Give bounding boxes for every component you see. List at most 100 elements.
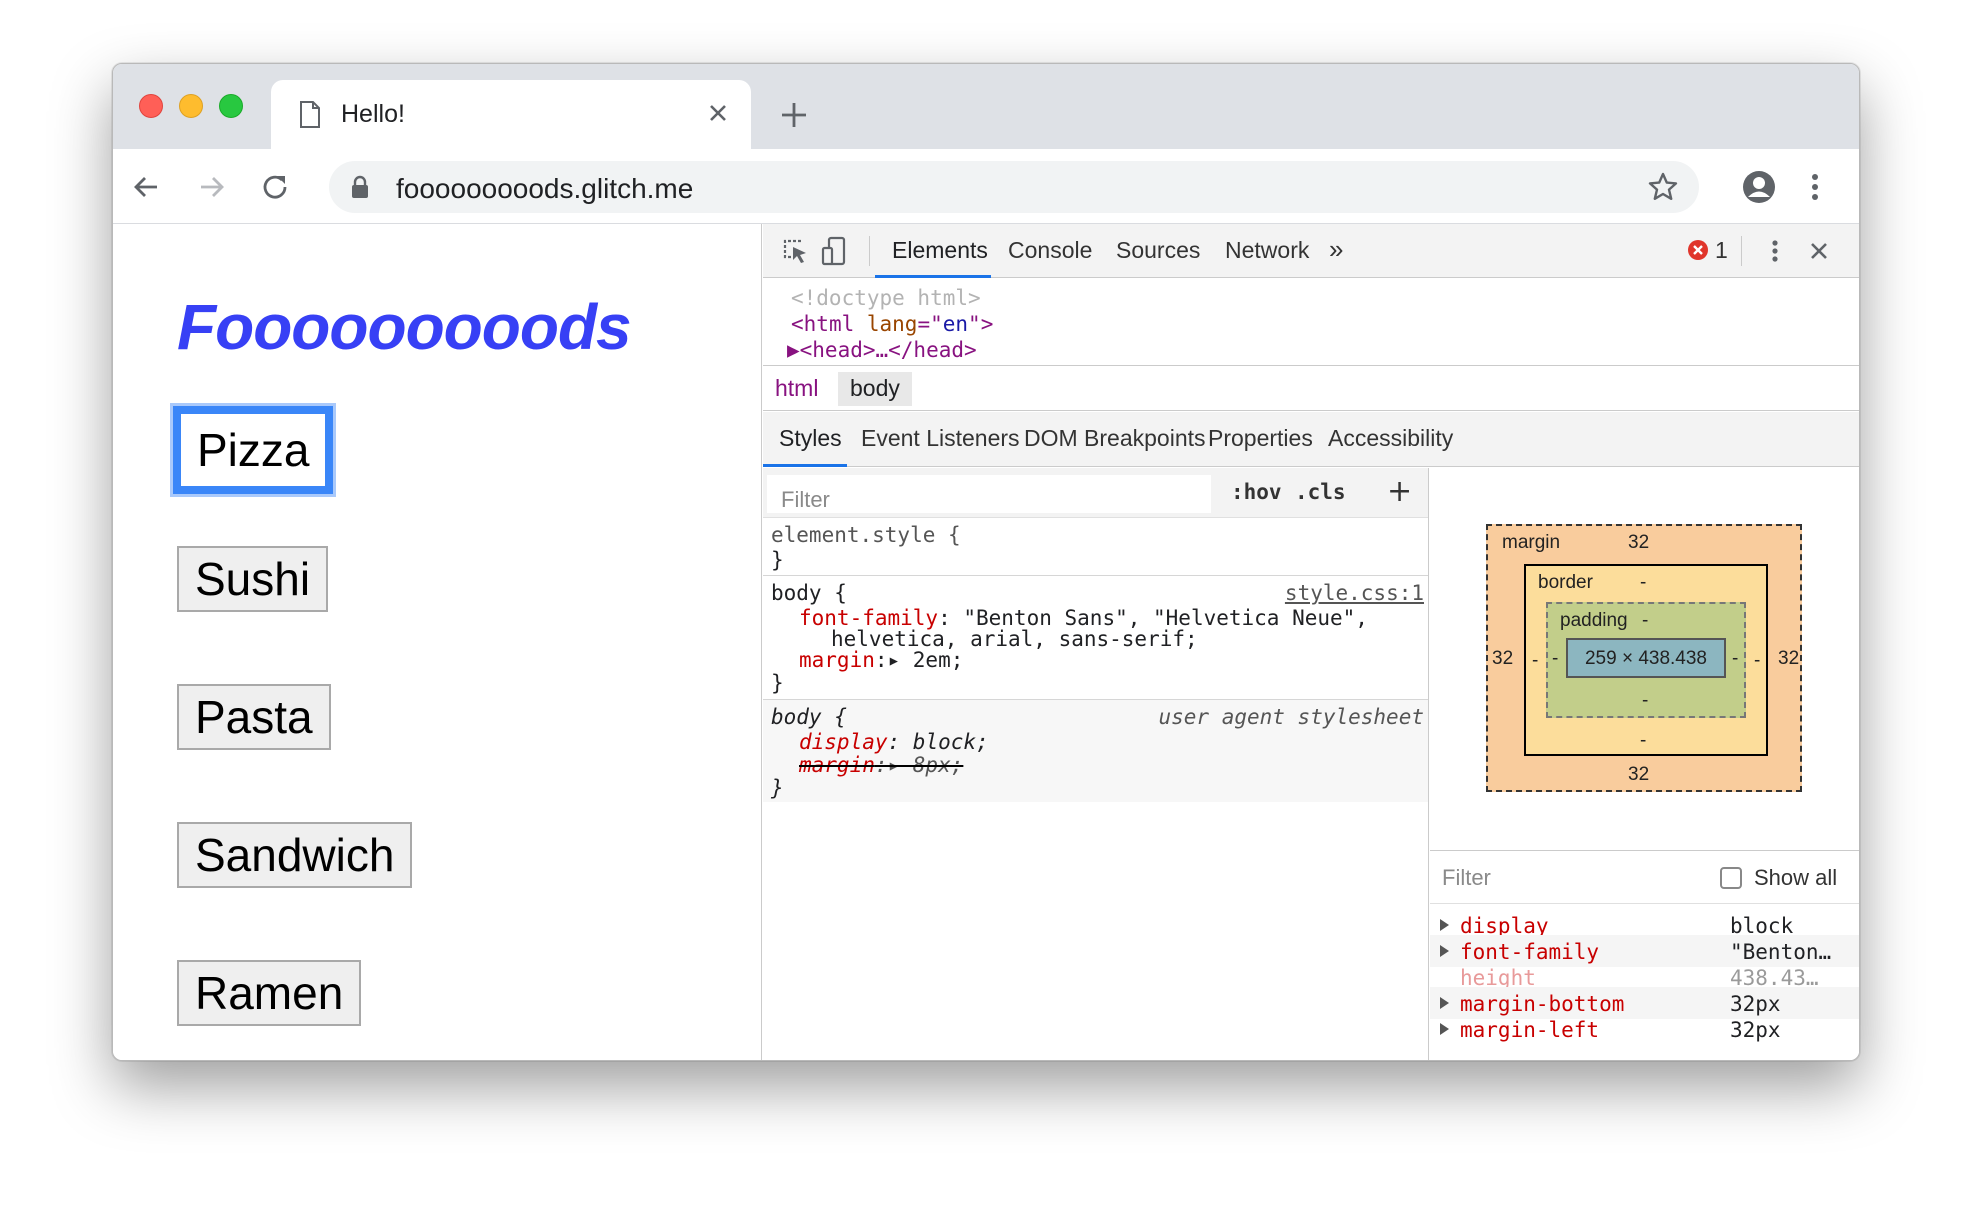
- reload-icon[interactable]: [255, 167, 295, 207]
- close-tab-icon[interactable]: [703, 98, 733, 128]
- overridden-margin-declaration[interactable]: margin:▸ 8px;: [799, 753, 963, 777]
- profile-avatar-icon[interactable]: [1741, 169, 1777, 205]
- tab-network[interactable]: Network: [1225, 237, 1309, 264]
- ramen-button[interactable]: Ramen: [177, 960, 362, 1026]
- pizza-button[interactable]: Pizza: [173, 406, 334, 494]
- error-count[interactable]: 1: [1715, 237, 1728, 264]
- more-menu-icon[interactable]: [1803, 169, 1827, 205]
- border-left-value[interactable]: -: [1532, 650, 1538, 672]
- devtools-menu-icon[interactable]: [1759, 235, 1791, 267]
- styles-filter-placeholder: Filter: [781, 487, 830, 512]
- tab-accessibility[interactable]: Accessibility: [1328, 425, 1453, 452]
- expand-triangle-icon[interactable]: [1440, 945, 1449, 957]
- margin-right-value[interactable]: 32: [1778, 648, 1799, 670]
- inspect-element-icon[interactable]: [779, 235, 811, 267]
- html-node[interactable]: <html lang="en">: [791, 312, 993, 336]
- bookmark-star-icon[interactable]: [1647, 171, 1679, 203]
- tab-title: Hello!: [341, 100, 405, 128]
- expand-triangle-icon[interactable]: [1440, 997, 1449, 1009]
- page-heading: Fooooooooods: [177, 291, 632, 363]
- forward-arrow-icon[interactable]: [191, 167, 231, 207]
- user-agent-rule[interactable]: body { user agent stylesheet display: bl…: [763, 700, 1428, 802]
- border-bottom-value[interactable]: -: [1640, 730, 1646, 752]
- computed-sidebar: margin 32 32 32 32 border - - - - paddin…: [1430, 468, 1859, 1060]
- box-model-padding[interactable]: padding - - - - 259 × 438.438: [1546, 602, 1746, 718]
- breadcrumb-html[interactable]: html: [763, 372, 830, 406]
- close-window-button[interactable]: [139, 94, 163, 118]
- tab-elements[interactable]: Elements: [892, 237, 988, 264]
- back-arrow-icon[interactable]: [127, 167, 167, 207]
- display-declaration[interactable]: display: block;: [799, 730, 989, 754]
- head-node[interactable]: ▶<head>…</head>: [787, 338, 977, 362]
- computed-filter-input[interactable]: Filter: [1442, 865, 1491, 891]
- element-style-rule[interactable]: element.style { }: [763, 518, 1428, 576]
- dom-tree[interactable]: <!doctype html> <html lang="en"> ▶<head>…: [763, 278, 1859, 366]
- padding-label: padding: [1560, 610, 1628, 631]
- box-model-border[interactable]: border - - - - padding - - - - 259 × 438…: [1524, 564, 1768, 756]
- padding-bottom-value[interactable]: -: [1642, 690, 1648, 712]
- expand-triangle-icon[interactable]: [1440, 1023, 1449, 1035]
- device-toolbar-icon[interactable]: [819, 235, 851, 267]
- margin-value: :▸ 2em;: [874, 648, 964, 672]
- toolbar-divider: [1741, 236, 1742, 266]
- style-source-link[interactable]: style.css:1: [1285, 581, 1424, 605]
- margin-left-value[interactable]: 32: [1492, 648, 1513, 670]
- styles-filter-input[interactable]: Filter: [767, 475, 1211, 513]
- html-open-bracket: <: [791, 312, 804, 336]
- page-icon: [300, 101, 320, 128]
- sushi-button[interactable]: Sushi: [177, 546, 329, 612]
- ua-margin-property: margin: [799, 753, 875, 777]
- maximize-window-button[interactable]: [219, 94, 243, 118]
- tab-console[interactable]: Console: [1008, 237, 1092, 264]
- html-tag-name: html: [803, 312, 855, 336]
- lock-icon[interactable]: [351, 175, 369, 199]
- error-icon[interactable]: [1687, 239, 1709, 261]
- padding-left-value[interactable]: -: [1552, 648, 1558, 670]
- computed-row-margin-left[interactable]: margin-left 32px: [1430, 1013, 1859, 1045]
- tab-sources[interactable]: Sources: [1116, 237, 1200, 264]
- tab-properties[interactable]: Properties: [1208, 425, 1313, 452]
- computed-property-name: margin-left: [1460, 1018, 1600, 1042]
- margin-label: margin: [1502, 532, 1561, 553]
- show-all-checkbox[interactable]: [1720, 867, 1742, 889]
- hover-state-toggle[interactable]: :hov: [1231, 480, 1282, 504]
- box-model-content[interactable]: 259 × 438.438: [1566, 638, 1726, 678]
- margin-bottom-value[interactable]: 32: [1628, 764, 1649, 786]
- expand-triangle-icon[interactable]: [1440, 919, 1449, 931]
- margin-property: margin: [799, 648, 875, 672]
- padding-top-value[interactable]: -: [1642, 610, 1648, 632]
- lang-value: en: [942, 312, 969, 336]
- padding-right-value[interactable]: -: [1732, 648, 1738, 670]
- border-top-value[interactable]: -: [1640, 572, 1646, 594]
- close-devtools-icon[interactable]: [1803, 235, 1835, 267]
- browser-tab[interactable]: Hello!: [271, 80, 751, 149]
- more-tabs-button[interactable]: »: [1329, 234, 1343, 265]
- doctype-node[interactable]: <!doctype html>: [791, 286, 981, 310]
- address-bar[interactable]: fooooooooods.glitch.me: [329, 161, 1699, 213]
- browser-window: Hello! fooooooooods.glitch.me Fooooooooo…: [112, 63, 1860, 1061]
- lang-attribute: lang: [854, 312, 918, 336]
- class-toggle[interactable]: .cls: [1295, 480, 1346, 504]
- show-all-label[interactable]: Show all: [1754, 865, 1837, 891]
- breadcrumb-body[interactable]: body: [838, 372, 912, 406]
- computed-filter-bar: Filter Show all: [1430, 850, 1859, 904]
- tab-styles[interactable]: Styles: [779, 425, 842, 452]
- margin-declaration[interactable]: margin:▸ 2em;: [799, 648, 963, 672]
- html-close-bracket: ">: [968, 312, 994, 336]
- pasta-button[interactable]: Pasta: [177, 684, 331, 750]
- element-style-close: }: [771, 548, 784, 572]
- border-right-value[interactable]: -: [1754, 650, 1760, 672]
- styles-pane: Filter :hov .cls + element.style { } bod…: [763, 468, 1429, 1060]
- new-style-rule-button[interactable]: +: [1387, 474, 1412, 509]
- new-tab-icon[interactable]: [777, 98, 811, 132]
- tab-event-listeners[interactable]: Event Listeners: [861, 425, 1020, 452]
- box-model-margin[interactable]: margin 32 32 32 32 border - - - - paddin…: [1486, 524, 1802, 792]
- margin-top-value[interactable]: 32: [1628, 532, 1649, 554]
- body-style-rule[interactable]: body { style.css:1 font-family: "Benton …: [763, 576, 1428, 700]
- tab-dom-breakpoints[interactable]: DOM Breakpoints: [1024, 425, 1206, 452]
- attr-equals: =": [917, 312, 943, 336]
- url-text[interactable]: fooooooooods.glitch.me: [396, 173, 693, 205]
- sandwich-button[interactable]: Sandwich: [177, 822, 413, 888]
- minimize-window-button[interactable]: [179, 94, 203, 118]
- computed-properties-list: display block font-family "Benton… heigh…: [1430, 905, 1859, 1060]
